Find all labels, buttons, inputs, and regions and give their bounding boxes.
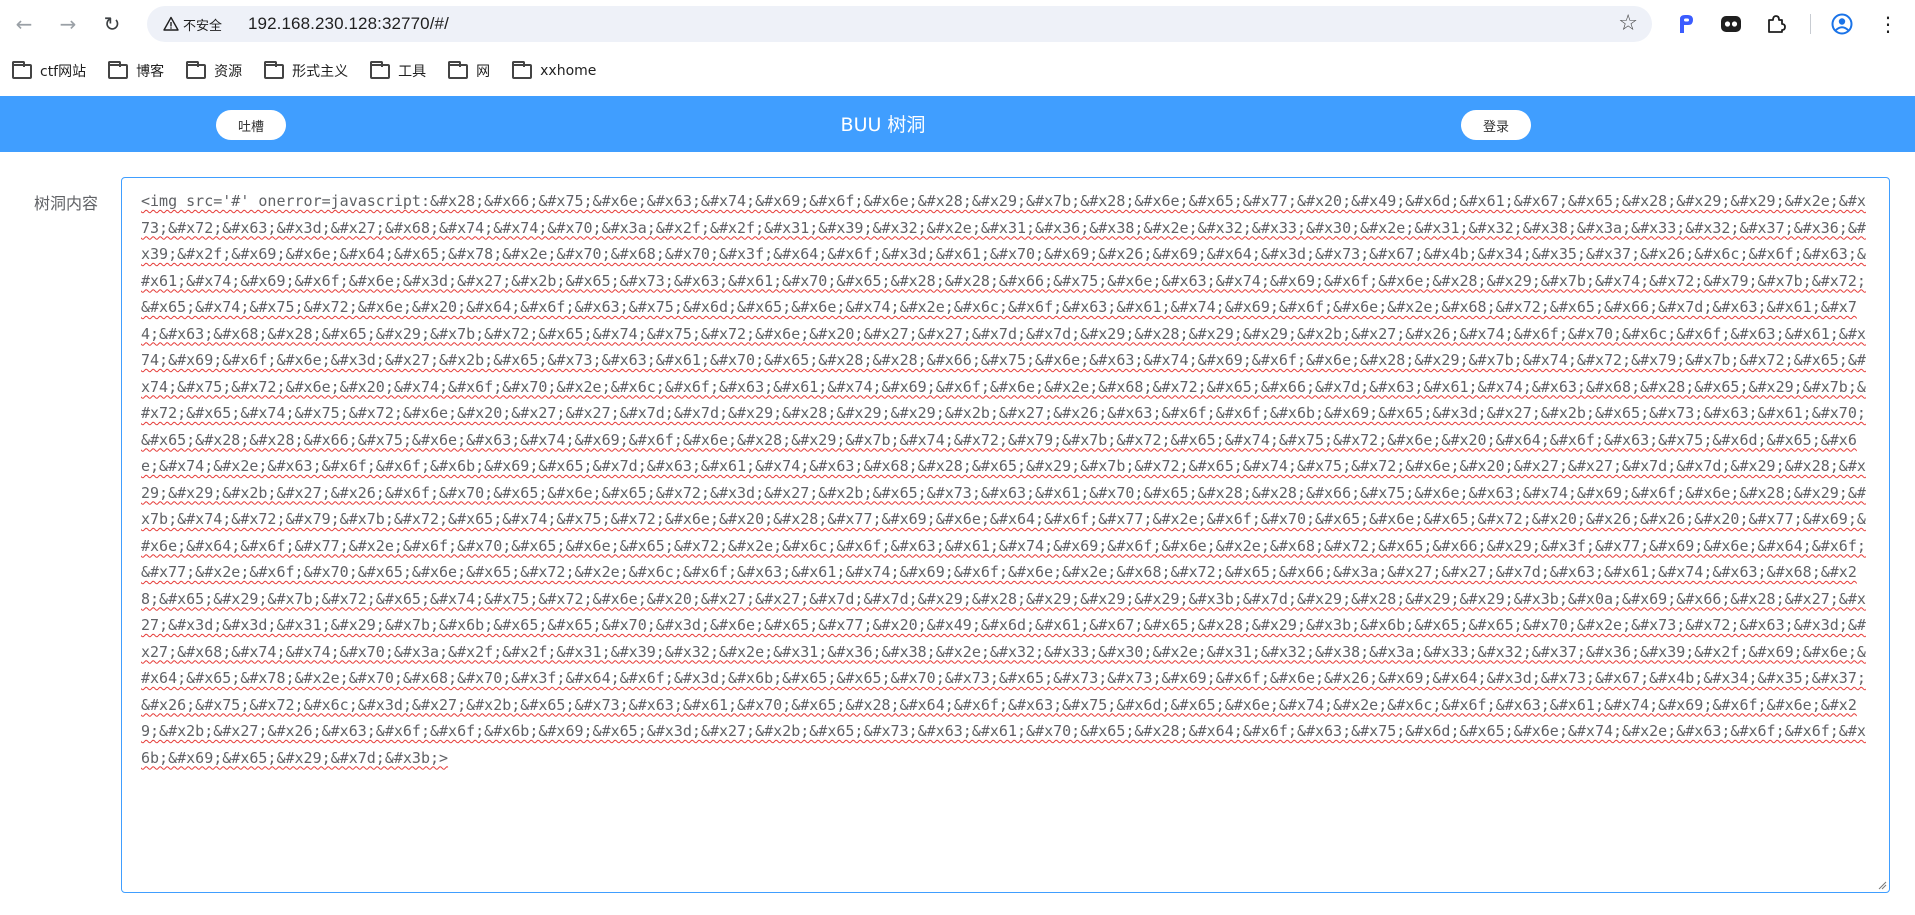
folder-icon: [108, 60, 129, 79]
bookmark-star-icon[interactable]: ☆: [1618, 11, 1638, 36]
forward-button[interactable]: →: [54, 10, 82, 38]
arrow-left-icon: ←: [15, 12, 33, 36]
folder-icon: [370, 60, 391, 79]
security-chip[interactable]: 不安全: [159, 12, 226, 36]
more-vert-icon[interactable]: ⋮: [1874, 10, 1902, 38]
folder-icon: [186, 60, 207, 79]
back-button[interactable]: ←: [10, 10, 38, 38]
content-label: 树洞内容: [34, 194, 99, 213]
textarea-text[interactable]: <img src='#' onerror=javascript:&#x28;&#…: [141, 188, 1871, 771]
profile-icon[interactable]: [1828, 10, 1856, 38]
arrow-right-icon: →: [59, 12, 77, 36]
toolbar-divider: [1810, 14, 1811, 34]
folder-icon: [512, 60, 533, 79]
bookmark-label: 工具: [398, 64, 427, 80]
bookmark-label: 形式主义: [292, 64, 349, 80]
bookmark-label: ctf网站: [40, 64, 87, 80]
bookmark-label: 博客: [136, 64, 165, 80]
warning-icon: [163, 16, 179, 31]
bookmark-folder-net[interactable]: 网: [448, 60, 491, 81]
bookmark-folder-blog[interactable]: 博客: [108, 60, 165, 81]
bookmark-folder-ctf[interactable]: ctf网站: [12, 60, 87, 81]
bookmark-folder-tools[interactable]: 工具: [370, 60, 427, 81]
security-label: 不安全: [183, 18, 223, 34]
bookmarks-bar: ctf网站 博客 资源 形式主义 工具 网 xxhome: [0, 54, 1915, 88]
puzzle-icon[interactable]: [1762, 10, 1790, 38]
bookmark-folder-resources[interactable]: 资源: [186, 60, 243, 81]
reload-button[interactable]: ↻: [98, 10, 126, 38]
folder-icon: [12, 60, 32, 79]
folder-icon: [448, 60, 469, 79]
folder-icon: [264, 60, 285, 79]
bookmark-label: xxhome: [540, 63, 597, 79]
content-textarea[interactable]: <img src='#' onerror=javascript:&#x28;&#…: [121, 177, 1890, 893]
app-header: 吐槽 BUU 树洞 登录: [0, 96, 1915, 152]
reload-icon: ↻: [103, 12, 121, 36]
p-extension-icon[interactable]: [1672, 10, 1700, 38]
resize-grip-icon[interactable]: [1877, 880, 1887, 890]
bookmark-label: 资源: [214, 64, 243, 80]
url-text[interactable]: 192.168.230.128:32770/#/: [248, 14, 449, 34]
login-button[interactable]: 登录: [1461, 110, 1531, 140]
bookmark-folder-formalism[interactable]: 形式主义: [264, 60, 349, 81]
bookmark-label: 网: [476, 64, 491, 80]
address-bar[interactable]: 不安全 192.168.230.128:32770/#/ ☆: [147, 6, 1652, 42]
browser-chrome: ← → ↻ 不安全 192.168.230.128:32770/#/ ☆ ⋮ c…: [0, 0, 1915, 95]
bookmark-folder-xxhome[interactable]: xxhome: [512, 60, 597, 79]
incognito-extension-icon[interactable]: [1717, 10, 1745, 38]
